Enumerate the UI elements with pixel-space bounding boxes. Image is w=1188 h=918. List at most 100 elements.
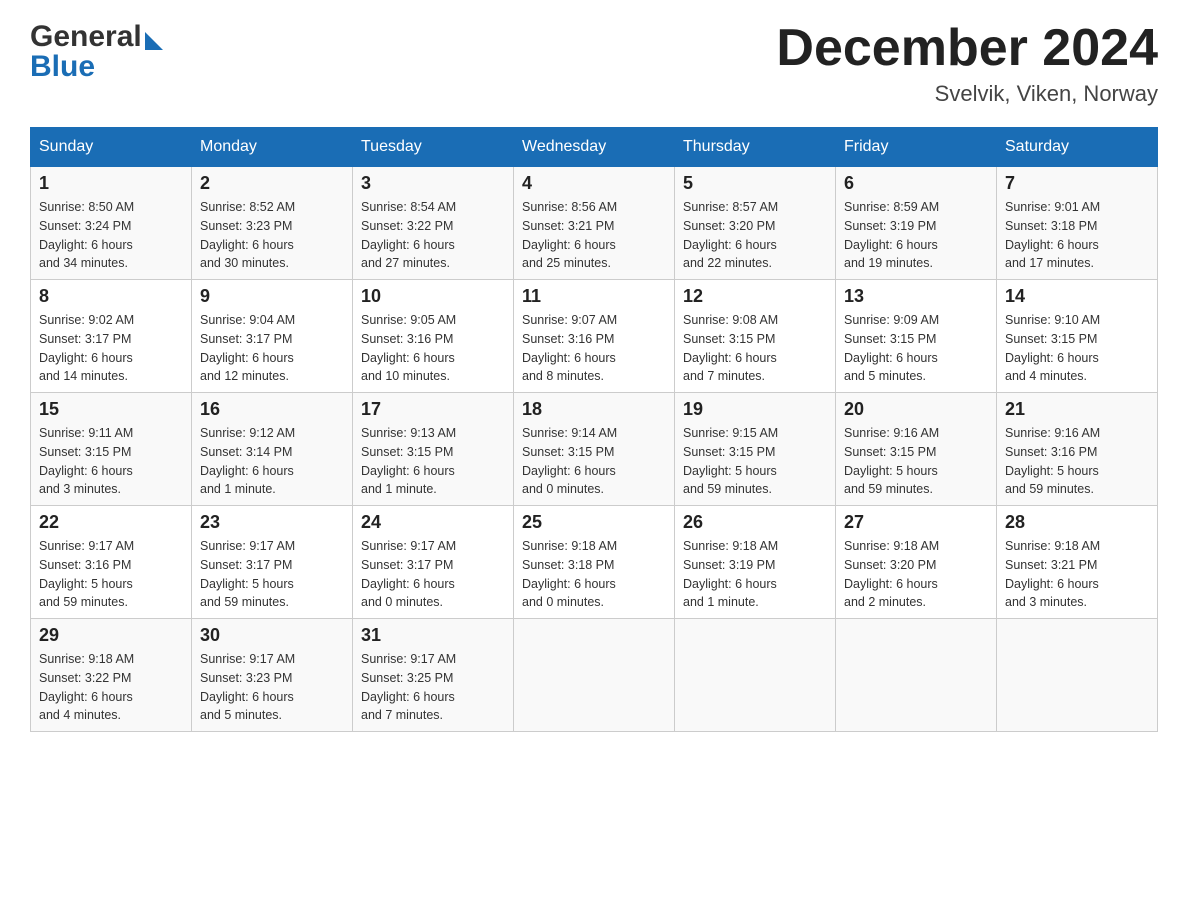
day-info: Sunrise: 9:18 AMSunset: 3:21 PMDaylight:… (1005, 537, 1149, 612)
calendar-week-row: 22 Sunrise: 9:17 AMSunset: 3:16 PMDaylig… (31, 506, 1158, 619)
day-number: 17 (361, 399, 505, 420)
calendar-cell: 28 Sunrise: 9:18 AMSunset: 3:21 PMDaylig… (997, 506, 1158, 619)
day-info: Sunrise: 9:01 AMSunset: 3:18 PMDaylight:… (1005, 198, 1149, 273)
calendar-cell: 29 Sunrise: 9:18 AMSunset: 3:22 PMDaylig… (31, 619, 192, 732)
day-info: Sunrise: 8:59 AMSunset: 3:19 PMDaylight:… (844, 198, 988, 273)
day-info: Sunrise: 9:16 AMSunset: 3:16 PMDaylight:… (1005, 424, 1149, 499)
day-number: 4 (522, 173, 666, 194)
calendar-cell: 23 Sunrise: 9:17 AMSunset: 3:17 PMDaylig… (192, 506, 353, 619)
calendar-cell: 16 Sunrise: 9:12 AMSunset: 3:14 PMDaylig… (192, 393, 353, 506)
day-number: 22 (39, 512, 183, 533)
day-info: Sunrise: 9:17 AMSunset: 3:23 PMDaylight:… (200, 650, 344, 725)
header-saturday: Saturday (997, 128, 1158, 167)
day-number: 12 (683, 286, 827, 307)
day-info: Sunrise: 9:04 AMSunset: 3:17 PMDaylight:… (200, 311, 344, 386)
day-number: 7 (1005, 173, 1149, 194)
calendar-table: SundayMondayTuesdayWednesdayThursdayFrid… (30, 127, 1158, 732)
day-number: 13 (844, 286, 988, 307)
calendar-cell: 18 Sunrise: 9:14 AMSunset: 3:15 PMDaylig… (514, 393, 675, 506)
calendar-cell: 7 Sunrise: 9:01 AMSunset: 3:18 PMDayligh… (997, 167, 1158, 280)
calendar-cell: 17 Sunrise: 9:13 AMSunset: 3:15 PMDaylig… (353, 393, 514, 506)
calendar-cell: 10 Sunrise: 9:05 AMSunset: 3:16 PMDaylig… (353, 280, 514, 393)
calendar-week-row: 1 Sunrise: 8:50 AMSunset: 3:24 PMDayligh… (31, 167, 1158, 280)
day-info: Sunrise: 9:02 AMSunset: 3:17 PMDaylight:… (39, 311, 183, 386)
day-number: 28 (1005, 512, 1149, 533)
logo-blue-text: Blue (30, 50, 95, 84)
calendar-cell: 14 Sunrise: 9:10 AMSunset: 3:15 PMDaylig… (997, 280, 1158, 393)
day-info: Sunrise: 9:16 AMSunset: 3:15 PMDaylight:… (844, 424, 988, 499)
day-number: 20 (844, 399, 988, 420)
day-info: Sunrise: 9:15 AMSunset: 3:15 PMDaylight:… (683, 424, 827, 499)
calendar-cell: 8 Sunrise: 9:02 AMSunset: 3:17 PMDayligh… (31, 280, 192, 393)
calendar-cell: 12 Sunrise: 9:08 AMSunset: 3:15 PMDaylig… (675, 280, 836, 393)
calendar-cell: 9 Sunrise: 9:04 AMSunset: 3:17 PMDayligh… (192, 280, 353, 393)
day-info: Sunrise: 9:07 AMSunset: 3:16 PMDaylight:… (522, 311, 666, 386)
day-info: Sunrise: 9:14 AMSunset: 3:15 PMDaylight:… (522, 424, 666, 499)
calendar-cell: 4 Sunrise: 8:56 AMSunset: 3:21 PMDayligh… (514, 167, 675, 280)
calendar-header-row: SundayMondayTuesdayWednesdayThursdayFrid… (31, 128, 1158, 167)
calendar-cell: 1 Sunrise: 8:50 AMSunset: 3:24 PMDayligh… (31, 167, 192, 280)
calendar-cell: 3 Sunrise: 8:54 AMSunset: 3:22 PMDayligh… (353, 167, 514, 280)
calendar-cell: 13 Sunrise: 9:09 AMSunset: 3:15 PMDaylig… (836, 280, 997, 393)
day-info: Sunrise: 9:17 AMSunset: 3:17 PMDaylight:… (361, 537, 505, 612)
day-info: Sunrise: 8:52 AMSunset: 3:23 PMDaylight:… (200, 198, 344, 273)
day-number: 18 (522, 399, 666, 420)
day-number: 21 (1005, 399, 1149, 420)
day-number: 1 (39, 173, 183, 194)
calendar-cell: 22 Sunrise: 9:17 AMSunset: 3:16 PMDaylig… (31, 506, 192, 619)
day-info: Sunrise: 9:17 AMSunset: 3:16 PMDaylight:… (39, 537, 183, 612)
calendar-cell: 2 Sunrise: 8:52 AMSunset: 3:23 PMDayligh… (192, 167, 353, 280)
day-number: 31 (361, 625, 505, 646)
calendar-cell: 24 Sunrise: 9:17 AMSunset: 3:17 PMDaylig… (353, 506, 514, 619)
day-number: 2 (200, 173, 344, 194)
day-number: 25 (522, 512, 666, 533)
day-number: 9 (200, 286, 344, 307)
day-info: Sunrise: 9:05 AMSunset: 3:16 PMDaylight:… (361, 311, 505, 386)
calendar-cell: 26 Sunrise: 9:18 AMSunset: 3:19 PMDaylig… (675, 506, 836, 619)
day-number: 23 (200, 512, 344, 533)
location-subtitle: Svelvik, Viken, Norway (776, 81, 1158, 107)
day-info: Sunrise: 9:18 AMSunset: 3:19 PMDaylight:… (683, 537, 827, 612)
day-number: 11 (522, 286, 666, 307)
calendar-cell (997, 619, 1158, 732)
day-info: Sunrise: 9:18 AMSunset: 3:22 PMDaylight:… (39, 650, 183, 725)
header-monday: Monday (192, 128, 353, 167)
day-info: Sunrise: 8:50 AMSunset: 3:24 PMDaylight:… (39, 198, 183, 273)
day-number: 16 (200, 399, 344, 420)
day-info: Sunrise: 9:18 AMSunset: 3:20 PMDaylight:… (844, 537, 988, 612)
logo-triangle-icon (145, 32, 163, 50)
day-info: Sunrise: 9:10 AMSunset: 3:15 PMDaylight:… (1005, 311, 1149, 386)
day-info: Sunrise: 8:57 AMSunset: 3:20 PMDaylight:… (683, 198, 827, 273)
calendar-cell: 31 Sunrise: 9:17 AMSunset: 3:25 PMDaylig… (353, 619, 514, 732)
day-number: 24 (361, 512, 505, 533)
logo-general-text: General (30, 20, 142, 54)
day-info: Sunrise: 9:11 AMSunset: 3:15 PMDaylight:… (39, 424, 183, 499)
day-info: Sunrise: 9:17 AMSunset: 3:17 PMDaylight:… (200, 537, 344, 612)
day-number: 19 (683, 399, 827, 420)
day-info: Sunrise: 9:12 AMSunset: 3:14 PMDaylight:… (200, 424, 344, 499)
day-number: 5 (683, 173, 827, 194)
calendar-cell: 5 Sunrise: 8:57 AMSunset: 3:20 PMDayligh… (675, 167, 836, 280)
day-number: 30 (200, 625, 344, 646)
calendar-cell: 11 Sunrise: 9:07 AMSunset: 3:16 PMDaylig… (514, 280, 675, 393)
calendar-cell: 21 Sunrise: 9:16 AMSunset: 3:16 PMDaylig… (997, 393, 1158, 506)
calendar-week-row: 29 Sunrise: 9:18 AMSunset: 3:22 PMDaylig… (31, 619, 1158, 732)
header-wednesday: Wednesday (514, 128, 675, 167)
calendar-cell (675, 619, 836, 732)
calendar-week-row: 8 Sunrise: 9:02 AMSunset: 3:17 PMDayligh… (31, 280, 1158, 393)
page-header: General Blue December 2024 Svelvik, Vike… (30, 20, 1158, 107)
header-friday: Friday (836, 128, 997, 167)
calendar-cell: 15 Sunrise: 9:11 AMSunset: 3:15 PMDaylig… (31, 393, 192, 506)
header-sunday: Sunday (31, 128, 192, 167)
day-number: 27 (844, 512, 988, 533)
day-number: 29 (39, 625, 183, 646)
day-number: 14 (1005, 286, 1149, 307)
header-tuesday: Tuesday (353, 128, 514, 167)
day-number: 26 (683, 512, 827, 533)
header-thursday: Thursday (675, 128, 836, 167)
calendar-cell (836, 619, 997, 732)
calendar-week-row: 15 Sunrise: 9:11 AMSunset: 3:15 PMDaylig… (31, 393, 1158, 506)
logo: General Blue (30, 20, 163, 84)
day-info: Sunrise: 9:09 AMSunset: 3:15 PMDaylight:… (844, 311, 988, 386)
calendar-cell (514, 619, 675, 732)
